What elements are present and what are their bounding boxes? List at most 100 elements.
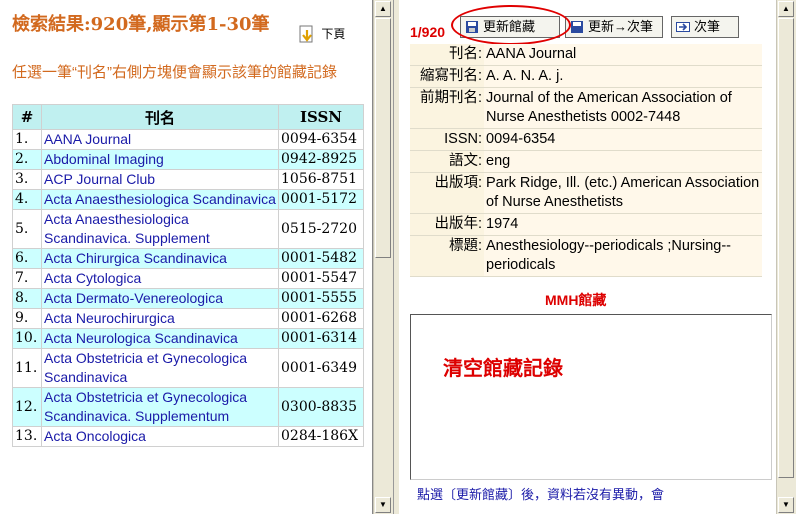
scroll-down-icon[interactable]: ▼ — [778, 497, 794, 513]
table-row[interactable]: 5. Acta Anaesthesiologica Scandinavica. S… — [12, 209, 364, 249]
table-row[interactable]: 13. Acta Oncologica 0284-186X — [12, 426, 364, 447]
header-title: 刊名 — [41, 104, 279, 130]
journal-title-link[interactable]: Acta Obstetricia et Gynecologica Scandin… — [41, 348, 279, 388]
save-icon — [466, 21, 478, 33]
detail-label: 刊名: — [410, 44, 484, 66]
detail-label: 縮寫刊名: — [410, 65, 484, 88]
left-scrollbar[interactable]: ▲ ▼ — [373, 0, 393, 514]
row-number: 9. — [12, 308, 42, 329]
row-number: 8. — [12, 288, 42, 309]
results-table: # 刊名 ISSN 1. AANA Journal 0094-6354 2. Abdom… — [12, 104, 364, 447]
detail-label: 出版項: — [410, 172, 484, 214]
header-issn: ISSN — [278, 104, 364, 130]
update-next-label: 更新→次筆 — [588, 19, 654, 34]
row-issn: 0001-5172 — [278, 189, 364, 210]
detail-label: 出版年: — [410, 213, 484, 236]
update-holdings-button[interactable]: 更新館藏 — [460, 16, 560, 38]
row-issn: 0001-5482 — [278, 248, 364, 269]
selection-hint: 任選一筆“刊名”右側方塊便會顯示該筆的館藏記錄 — [12, 64, 337, 81]
next-page-label: 下頁 — [321, 27, 346, 42]
row-number: 4. — [12, 189, 42, 210]
journal-title-link[interactable]: ACP Journal Club — [41, 169, 279, 190]
results-body: 1. AANA Journal 0094-6354 2. Abdominal Imagi… — [12, 129, 364, 447]
row-number: 13. — [12, 426, 42, 447]
detail-label: 前期刊名: — [410, 87, 484, 129]
record-detail-table: 刊名: AANA Journal 縮寫刊名: A. A. N. A. j. 前期刊名: J… — [410, 44, 762, 277]
row-issn: 0001-6349 — [278, 348, 364, 388]
detail-row: 前期刊名: Journal of the American Association… — [410, 87, 762, 129]
table-row[interactable]: 12. Acta Obstetricia et Gynecologica Scan… — [12, 387, 364, 427]
detail-row: 語文: eng — [410, 150, 762, 173]
detail-row: ISSN: 0094-6354 — [410, 128, 762, 151]
detail-value: Anesthesiology--periodicals ;Nursing--pe… — [484, 235, 762, 277]
detail-value: Park Ridge, Ill. (etc.) American Associa… — [484, 172, 762, 214]
table-row[interactable]: 8. Acta Dermato-Venereologica 0001-5555 — [12, 288, 364, 309]
row-number: 10. — [12, 328, 42, 349]
next-page-link[interactable]: 下頁 — [296, 24, 345, 46]
table-row[interactable]: 2. Abdominal Imaging 0942-8925 — [12, 149, 364, 170]
row-issn: 0001-6268 — [278, 308, 364, 329]
table-row[interactable]: 9. Acta Neurochirurgica 0001-6268 — [12, 308, 364, 329]
detail-row: 縮寫刊名: A. A. N. A. j. — [410, 65, 762, 88]
table-row[interactable]: 1. AANA Journal 0094-6354 — [12, 129, 364, 150]
right-scroll-thumb[interactable] — [778, 18, 794, 478]
row-issn: 0001-5547 — [278, 268, 364, 289]
table-header-row: # 刊名 ISSN — [12, 104, 364, 130]
record-counter: 1/920 — [410, 24, 446, 40]
update-holdings-label: 更新館藏 — [483, 19, 536, 34]
next-page-icon — [296, 24, 318, 46]
table-row[interactable]: 7. Acta Cytologica 0001-5547 — [12, 268, 364, 289]
journal-title-link[interactable]: Acta Anaesthesiologica Scandinavica — [41, 189, 279, 210]
row-issn: 1056-8751 — [278, 169, 364, 190]
table-row[interactable]: 6. Acta Chirurgica Scandinavica 0001-5482 — [12, 248, 364, 269]
scroll-up-icon[interactable]: ▲ — [778, 1, 794, 17]
next-record-button[interactable]: 次筆 — [671, 16, 739, 38]
detail-value: 1974 — [484, 213, 762, 236]
detail-row: 標題: Anesthesiology--periodicals ;Nursing-… — [410, 235, 762, 277]
row-number: 1. — [12, 129, 42, 150]
detail-value: A. A. N. A. j. — [484, 65, 762, 88]
row-issn: 0284-186X — [278, 426, 364, 447]
detail-value: eng — [484, 150, 762, 173]
journal-title-link[interactable]: Acta Dermato-Venereologica — [41, 288, 279, 309]
journal-title-link[interactable]: Acta Obstetricia et Gynecologica Scandin… — [41, 387, 279, 427]
arrow-right-icon — [676, 22, 690, 32]
scroll-up-icon[interactable]: ▲ — [375, 1, 391, 17]
detail-row: 出版項: Park Ridge, Ill. (etc.) American Ass… — [410, 172, 762, 214]
row-number: 11. — [12, 348, 42, 388]
row-issn: 0094-6354 — [278, 129, 364, 150]
row-number: 3. — [12, 169, 42, 190]
journal-title-link[interactable]: Acta Chirurgica Scandinavica — [41, 248, 279, 269]
table-row[interactable]: 10. Acta Neurologica Scandinavica 0001-631… — [12, 328, 364, 349]
journal-title-link[interactable]: Acta Oncologica — [41, 426, 279, 447]
table-row[interactable]: 4. Acta Anaesthesiologica Scandinavica 000… — [12, 189, 364, 210]
left-scroll-thumb[interactable] — [375, 18, 391, 258]
journal-title-link[interactable]: Abdominal Imaging — [41, 149, 279, 170]
right-scrollbar[interactable]: ▲ ▼ — [776, 0, 796, 514]
journal-title-link[interactable]: AANA Journal — [41, 129, 279, 150]
save-next-icon — [571, 21, 583, 33]
row-number: 5. — [12, 209, 42, 249]
clear-holdings-text[interactable]: 清空館藏記錄 — [443, 352, 563, 381]
journal-title-link[interactable]: Acta Neurochirurgica — [41, 308, 279, 329]
row-number: 6. — [12, 248, 42, 269]
row-issn: 0300-8835 — [278, 387, 364, 427]
results-pane: 檢索結果:920筆,顯示第1-30筆 下頁 任選一筆“刊名”右側方塊便會顯示該筆… — [0, 0, 373, 514]
row-number: 12. — [12, 387, 42, 427]
results-title: 檢索結果:920筆,顯示第1-30筆 — [12, 14, 270, 35]
detail-row: 刊名: AANA Journal — [410, 44, 762, 66]
detail-value: 0094-6354 — [484, 128, 762, 151]
scroll-down-icon[interactable]: ▼ — [375, 497, 391, 513]
detail-row: 出版年: 1974 — [410, 213, 762, 236]
row-number: 2. — [12, 149, 42, 170]
detail-value: Journal of the American Association of N… — [484, 87, 762, 129]
table-row[interactable]: 3. ACP Journal Club 1056-8751 — [12, 169, 364, 190]
journal-title-link[interactable]: Acta Neurologica Scandinavica — [41, 328, 279, 349]
header-num: # — [12, 104, 42, 130]
update-next-button[interactable]: 更新→次筆 — [565, 16, 663, 38]
journal-title-link[interactable]: Acta Cytologica — [41, 268, 279, 289]
holdings-box — [410, 314, 772, 480]
table-row[interactable]: 11. Acta Obstetricia et Gynecologica Scan… — [12, 348, 364, 388]
row-issn: 0515-2720 — [278, 209, 364, 249]
journal-title-link[interactable]: Acta Anaesthesiologica Scandinavica. Sup… — [41, 209, 279, 249]
